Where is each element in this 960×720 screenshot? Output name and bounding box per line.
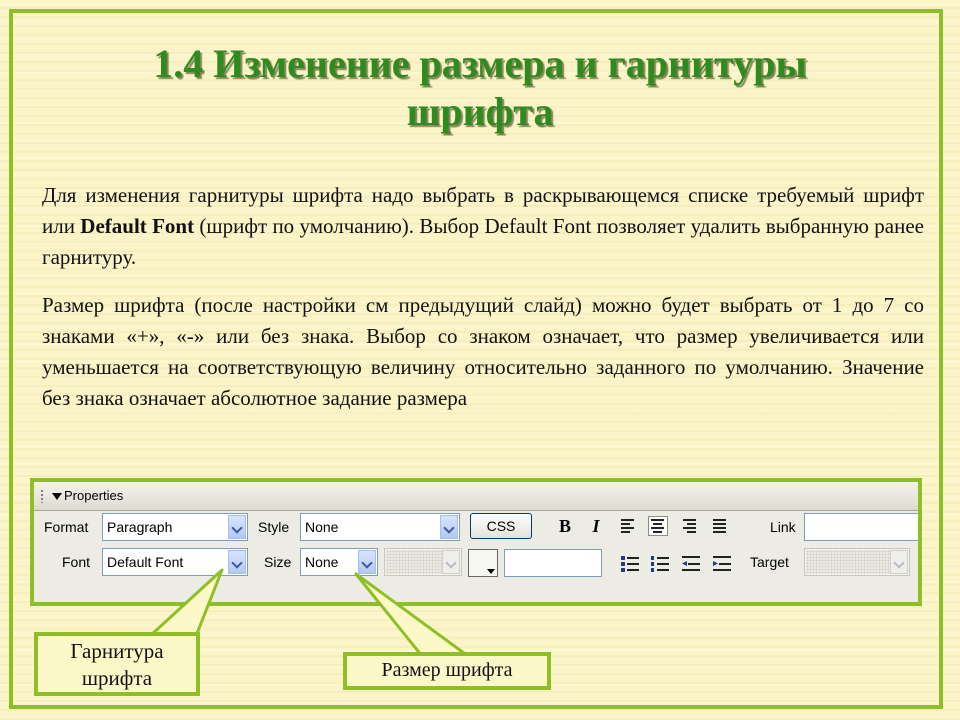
format-label: Format bbox=[44, 519, 89, 535]
target-label: Target bbox=[750, 554, 789, 570]
link-label: Link bbox=[770, 519, 796, 535]
properties-title: Properties bbox=[64, 488, 124, 503]
style-label: Style bbox=[258, 519, 290, 535]
outdent-icon[interactable] bbox=[681, 553, 701, 573]
paragraph-font-size: Размер шрифта (после настройки см предыд… bbox=[42, 293, 924, 410]
title-line-2: шрифта bbox=[406, 89, 554, 134]
grip-icon[interactable] bbox=[40, 489, 44, 503]
collapse-triangle-icon[interactable] bbox=[52, 493, 62, 500]
size-select[interactable]: None bbox=[300, 548, 378, 576]
chevron-down-icon bbox=[890, 550, 908, 574]
chevron-down-icon[interactable] bbox=[358, 550, 376, 574]
unordered-list-icon[interactable] bbox=[620, 553, 640, 573]
callout-font-size: Размер шрифта bbox=[343, 652, 551, 690]
ordered-list-icon[interactable] bbox=[650, 553, 670, 573]
size-select-value: None bbox=[305, 554, 339, 570]
text-color-picker[interactable] bbox=[468, 549, 498, 577]
chevron-down-icon bbox=[442, 550, 460, 574]
format-select-value: Paragraph bbox=[107, 519, 173, 535]
font-select-value: Default Font bbox=[107, 554, 184, 570]
font-label: Font bbox=[62, 554, 91, 570]
align-right-icon[interactable] bbox=[679, 516, 699, 536]
chevron-down-icon[interactable] bbox=[440, 515, 458, 539]
color-hex-input[interactable] bbox=[504, 549, 602, 577]
slide-title: 1.4 Изменение размера и гарнитуры шрифта bbox=[0, 40, 960, 136]
properties-panel: Properties Format Paragraph Style None C… bbox=[30, 478, 922, 606]
align-center-icon[interactable] bbox=[648, 516, 668, 536]
chevron-down-icon[interactable] bbox=[228, 550, 246, 574]
style-select[interactable]: None bbox=[300, 513, 460, 541]
size-label: Size bbox=[264, 554, 292, 570]
title-line-1: 1.4 Изменение размера и гарнитуры bbox=[153, 41, 807, 86]
target-select[interactable] bbox=[804, 548, 910, 576]
chevron-down-icon[interactable] bbox=[228, 515, 246, 539]
indent-icon[interactable] bbox=[712, 553, 732, 573]
para1-bold-default-font: Default Font bbox=[80, 214, 195, 238]
font-select[interactable]: Default Font bbox=[102, 548, 248, 576]
italic-button[interactable]: I bbox=[586, 516, 606, 536]
link-input[interactable] bbox=[804, 513, 918, 541]
callout-font-family: Гарнитура шрифта bbox=[34, 632, 200, 696]
style-select-value: None bbox=[305, 519, 339, 535]
paragraph-font-family: Для изменения гарнитуры шрифта надо выбр… bbox=[42, 180, 924, 273]
size-unit-select[interactable] bbox=[384, 548, 462, 576]
css-button[interactable]: CSS bbox=[470, 513, 532, 539]
align-left-icon[interactable] bbox=[618, 516, 638, 536]
align-justify-icon[interactable] bbox=[710, 516, 730, 536]
properties-header[interactable]: Properties bbox=[34, 482, 918, 511]
format-select[interactable]: Paragraph bbox=[102, 513, 248, 541]
properties-rows: Format Paragraph Style None CSS B I Link… bbox=[34, 511, 918, 602]
bold-button[interactable]: B bbox=[555, 516, 575, 536]
